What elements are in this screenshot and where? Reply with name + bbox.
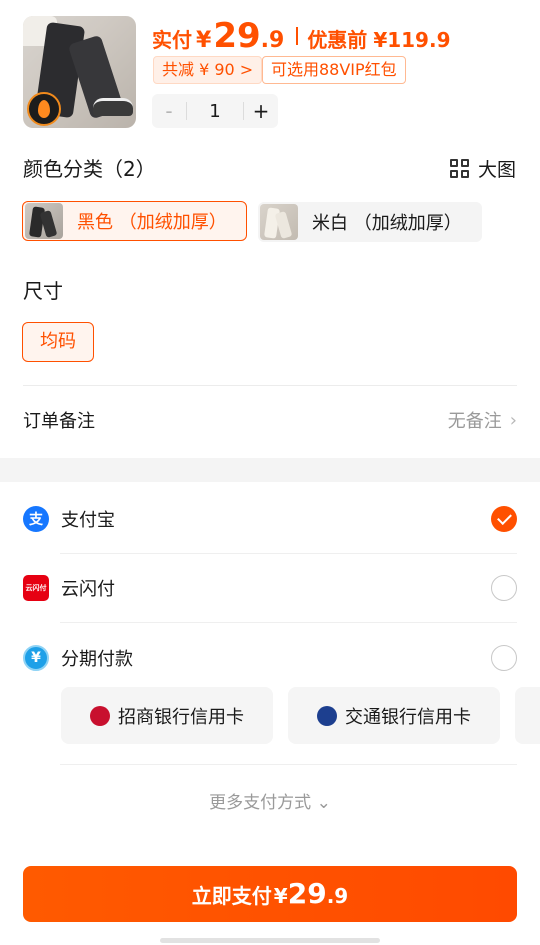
radio-icon[interactable] [491,645,517,671]
pay-method-alipay[interactable]: 支 支付宝 [23,499,517,539]
color-swatch-image [260,204,298,240]
big-view-label: 大图 [477,159,516,181]
pay-button-label: 立即支付 [191,884,272,908]
price-separator [296,27,299,45]
price-currency: ¥ [196,28,212,53]
original-price: ¥119.9 [373,28,451,52]
original-price-label: 优惠前 [307,28,368,52]
order-remark-value: 无备注 › [448,407,517,433]
fleece-flame-icon [27,92,61,126]
divider [60,764,517,765]
cmb-icon [90,705,110,726]
divider [23,385,517,386]
size-option-onesize[interactable]: 均码 [22,322,94,362]
color-option-label: 黑色 （加绒加厚） [77,212,227,233]
discount-tag[interactable]: 共减 ¥ 90 > [153,56,263,84]
grid-icon [449,158,470,179]
pay-method-installment[interactable]: ¥ 分期付款 [23,638,517,678]
pay-method-label: 分期付款 [61,649,133,670]
color-option-label: 米白 （加绒加厚） [312,213,462,234]
increase-button[interactable]: + [244,99,278,123]
pay-button-amount-decimal: .9 [326,884,349,908]
order-remark-row[interactable]: 订单备注 无备注 › [23,404,517,436]
color-option-white[interactable]: 米白 （加绒加厚） [258,202,482,242]
quantity-value[interactable]: 1 [187,101,243,122]
price-decimal: .9 [260,28,285,53]
bank-card-bocom[interactable]: 交通银行信用卡 [288,687,500,744]
chevron-down-icon: ⌄ [316,793,331,813]
checkout-sheet: 实付 ¥ 29 .9 优惠前 ¥119.9 共减 ¥ 90 > 可选用88VIP… [0,0,540,945]
order-remark-label: 订单备注 [23,411,95,432]
bank-card-partial[interactable] [515,687,540,744]
unionpay-quickpass-icon: 云闪付 [23,575,49,601]
color-option-black[interactable]: 黑色 （加绒加厚） [22,201,247,241]
radio-checked-icon[interactable] [491,506,517,532]
product-thumbnail[interactable] [23,16,136,128]
vip-redpacket-tag[interactable]: 可选用88VIP红包 [262,56,406,84]
more-payment-methods[interactable]: 更多支付方式 ⌄ [0,788,540,813]
big-view-button[interactable]: 大图 [449,155,516,182]
thumb-shoe [93,98,133,116]
bocom-icon [317,705,337,726]
divider [60,553,517,554]
radio-icon[interactable] [491,575,517,601]
price-line: 实付 ¥ 29 .9 优惠前 ¥119.9 [152,16,451,56]
quantity-stepper: - 1 + [152,94,278,128]
divider [60,622,517,623]
bank-card-label: 招商银行信用卡 [118,706,244,728]
pay-method-label: 云闪付 [61,579,115,600]
color-swatch-image [25,203,63,239]
size-section-title: 尺寸 [23,279,63,303]
chevron-right-icon: › [509,409,517,431]
pay-method-unionpay[interactable]: 云闪付 云闪付 [23,568,517,608]
order-remark-text: 无备注 [447,411,502,432]
price-label: 实付 [152,28,192,52]
bank-card-cmb[interactable]: 招商银行信用卡 [61,687,273,744]
more-payment-label: 更多支付方式 [209,793,312,813]
section-gap [0,458,540,482]
home-indicator[interactable] [160,938,380,943]
decrease-button[interactable]: - [152,99,186,123]
pay-now-button[interactable]: 立即支付 ¥ 29 .9 [23,866,517,922]
bank-card-label: 交通银行信用卡 [345,706,471,728]
color-section-title: 颜色分类（2） [23,157,156,181]
price-integer: 29 [213,16,261,56]
pay-button-amount-integer: 29 [287,877,327,910]
pay-button-currency: ¥ [273,884,288,908]
installment-icon: ¥ [23,645,49,671]
pay-method-label: 支付宝 [61,510,115,531]
alipay-icon: 支 [23,506,49,532]
